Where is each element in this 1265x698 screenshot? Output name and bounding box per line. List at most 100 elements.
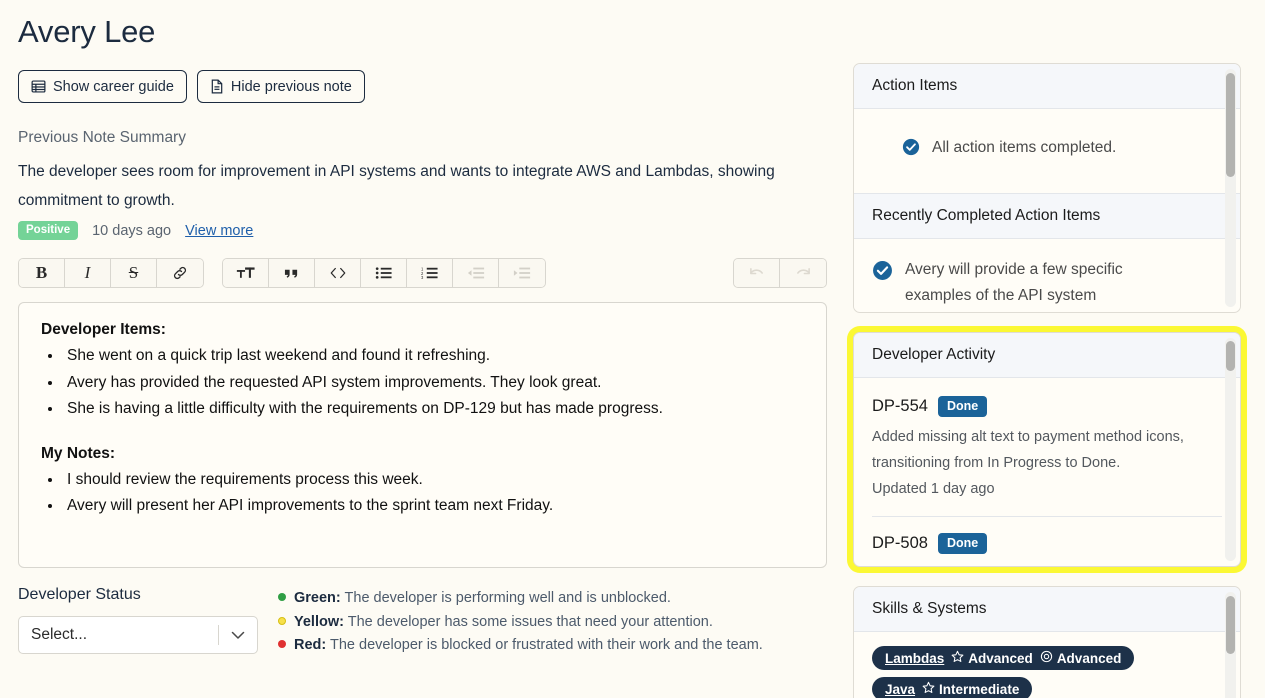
toolbar-group-format: B I S <box>18 258 204 288</box>
skill-name[interactable]: Java <box>885 682 915 697</box>
developer-items-heading: Developer Items: <box>41 321 166 338</box>
view-more-link[interactable]: View more <box>185 223 253 239</box>
skills-scrollbar[interactable] <box>1225 592 1236 698</box>
show-career-guide-button[interactable]: Show career guide <box>18 70 187 103</box>
developer-activity-body: DP-554 Done Added missing alt text to pa… <box>854 378 1240 554</box>
action-items-scrollbar[interactable] <box>1225 69 1236 307</box>
italic-button[interactable]: I <box>65 259 111 287</box>
right-sidebar: Action Items All action items completed.… <box>845 0 1265 698</box>
target-icon <box>1040 650 1053 666</box>
document-icon <box>210 79 224 94</box>
activity-description: Added missing alt text to payment method… <box>872 429 1184 471</box>
status-legend: Green: The developer is performing well … <box>278 584 763 658</box>
skill-star-label: Advanced <box>968 650 1033 666</box>
skill-target-level: Advanced <box>1040 650 1121 666</box>
scrollbar-thumb[interactable] <box>1226 596 1235 654</box>
legend-row-red: Red: The developer is blocked or frustra… <box>278 634 763 658</box>
developer-status-value: Select... <box>31 626 87 643</box>
legend-text: The developer is performing well and is … <box>344 590 671 606</box>
skill-star-level: Intermediate <box>922 681 1019 697</box>
blockquote-button[interactable] <box>269 259 315 287</box>
green-dot-icon <box>278 593 286 601</box>
scrollbar-thumb[interactable] <box>1226 341 1235 371</box>
recently-completed-item: Avery will provide a few specific exampl… <box>872 257 1222 309</box>
note-editor[interactable]: Developer Items: She went on a quick tri… <box>18 302 827 568</box>
action-items-empty-row: All action items completed. <box>872 135 1222 165</box>
developer-status-section: Developer Status Select... Green: The de… <box>18 584 827 658</box>
main-content: Avery Lee Show career guide Hide previou… <box>0 0 845 698</box>
activity-item[interactable]: DP-554 Done Added missing alt text to pa… <box>872 394 1222 502</box>
chevron-down-icon[interactable] <box>219 631 257 640</box>
action-items-panel: Action Items All action items completed.… <box>853 63 1241 313</box>
previous-note-label: Previous Note Summary <box>18 129 186 146</box>
toolbar-group-history <box>733 258 827 288</box>
developer-activity-panel: Developer Activity DP-554 Done Added mis… <box>853 332 1241 567</box>
svg-text:3: 3 <box>421 275 424 280</box>
developer-activity-title: Developer Activity <box>854 333 1240 378</box>
status-badge: Done <box>937 396 988 417</box>
previous-note-summary: The developer sees room for improvement … <box>18 163 775 209</box>
activity-updated: Updated 1 day ago <box>872 481 995 497</box>
bullet-list-button[interactable] <box>361 259 407 287</box>
recently-completed-body: Avery will provide a few specific exampl… <box>854 239 1240 309</box>
scrollbar-thumb[interactable] <box>1226 73 1235 177</box>
legend-row-yellow: Yellow: The developer has some issues th… <box>278 611 763 635</box>
toolbar-group-block: 1 2 3 <box>222 258 546 288</box>
hide-previous-note-button[interactable]: Hide previous note <box>196 70 365 103</box>
action-items-body: All action items completed. <box>854 109 1240 193</box>
developer-items-list: She went on a quick trip last weekend an… <box>63 343 804 423</box>
note-timestamp: 10 days ago <box>92 222 172 239</box>
text-size-button[interactable] <box>223 259 269 287</box>
list-item: I should review the requirements process… <box>63 467 804 494</box>
undo-button[interactable] <box>734 259 780 287</box>
strikethrough-button[interactable]: S <box>111 259 157 287</box>
previous-note-meta: Positive 10 days ago View more <box>18 221 827 240</box>
skill-star-label: Intermediate <box>939 681 1020 697</box>
list-item: She went on a quick trip last weekend an… <box>63 343 804 370</box>
numbered-list-button[interactable]: 1 2 3 <box>407 259 453 287</box>
sentiment-badge: Positive <box>18 221 79 240</box>
star-icon <box>922 681 935 697</box>
yellow-dot-icon <box>278 616 286 625</box>
show-career-guide-label: Show career guide <box>53 78 174 95</box>
recently-completed-text: Avery will provide a few specific exampl… <box>905 261 1123 304</box>
developer-status-select[interactable]: Select... <box>18 616 258 654</box>
check-circle-icon <box>902 138 920 165</box>
legend-row-green: Green: The developer is performing well … <box>278 587 763 611</box>
hide-previous-note-label: Hide previous note <box>230 78 352 95</box>
developer-status-left: Developer Status Select... <box>18 584 278 658</box>
indent-button[interactable] <box>499 259 545 287</box>
link-icon-button[interactable] <box>157 259 203 287</box>
skills-panel: Skills & Systems Lambdas Advanced Advanc… <box>853 586 1241 698</box>
developer-activity-scrollbar[interactable] <box>1225 338 1236 561</box>
redo-button[interactable] <box>780 259 826 287</box>
developer-status-label: Developer Status <box>18 586 141 603</box>
list-item: Avery has provided the requested API sys… <box>63 370 804 397</box>
my-notes-heading: My Notes: <box>41 444 116 462</box>
code-button[interactable] <box>315 259 361 287</box>
bold-button[interactable]: B <box>19 259 65 287</box>
legend-text: The developer is blocked or frustrated w… <box>330 637 763 653</box>
legend-key: Red: <box>294 637 327 653</box>
legend-text: The developer has some issues that need … <box>347 613 713 630</box>
skill-star-level: Advanced <box>951 650 1033 666</box>
activity-item[interactable]: DP-508 Done <box>872 531 1222 554</box>
skill-tag-java[interactable]: Java Intermediate <box>872 677 1033 698</box>
header-button-row: Show career guide Hide previous note <box>18 70 827 103</box>
activity-head: DP-554 Done <box>872 396 1222 417</box>
table-icon <box>31 79 46 94</box>
skill-name[interactable]: Lambdas <box>885 651 944 666</box>
ticket-id[interactable]: DP-554 <box>872 397 928 416</box>
outdent-button[interactable] <box>453 259 499 287</box>
activity-divider <box>872 516 1222 517</box>
skill-tag-lambdas[interactable]: Lambdas Advanced Advanced <box>872 646 1135 670</box>
check-circle-icon <box>872 260 893 290</box>
page-title: Avery Lee <box>18 14 156 49</box>
action-items-title: Action Items <box>854 64 1240 109</box>
list-item: She is having a little difficulty with t… <box>63 396 804 423</box>
skills-panel-title: Skills & Systems <box>854 587 1240 632</box>
recently-completed-title: Recently Completed Action Items <box>854 193 1240 239</box>
legend-key: Yellow: <box>294 613 344 630</box>
action-items-empty-text: All action items completed. <box>932 139 1117 156</box>
ticket-id[interactable]: DP-508 <box>872 534 928 553</box>
